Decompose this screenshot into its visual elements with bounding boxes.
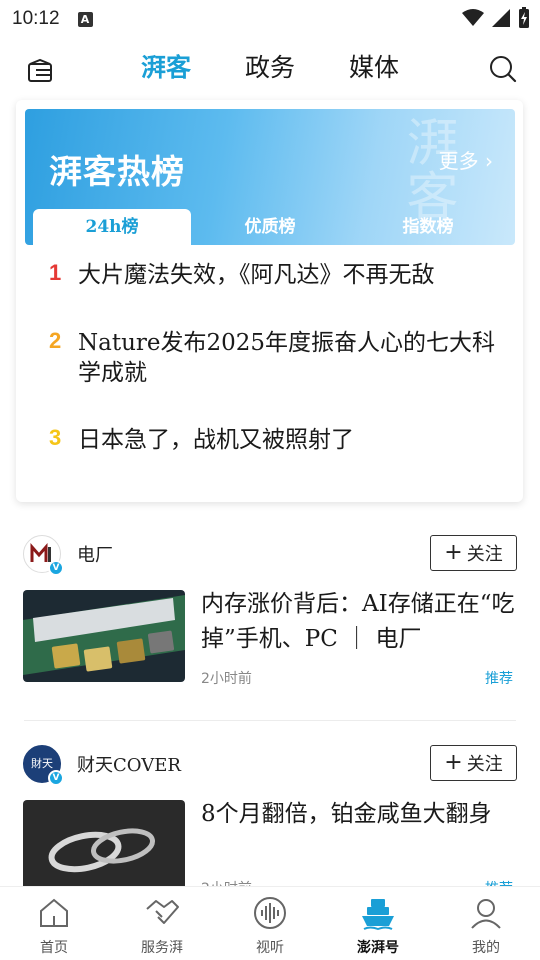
tab-24h[interactable]: 24h榜 xyxy=(33,209,191,245)
user-icon xyxy=(471,899,501,929)
bottom-nav-media[interactable]: 视听 xyxy=(216,887,324,960)
article-title[interactable]: 8个月翻倍，铂金咸鱼大翻身 xyxy=(201,797,519,832)
caitian-logo-text: 財天 xyxy=(31,757,53,770)
top-nav: 湃客 政务 媒体 xyxy=(0,38,540,100)
more-link[interactable]: 更多 › xyxy=(439,145,493,174)
bottom-nav-label: 首页 xyxy=(40,940,68,956)
status-bar: 10:12 A xyxy=(0,0,540,38)
bottom-nav-home[interactable]: 首页 xyxy=(0,887,108,960)
bottom-nav-label: 澎湃号 xyxy=(357,940,399,956)
bottom-nav-label: 我的 xyxy=(472,940,500,956)
plus-icon: + xyxy=(444,540,463,565)
hot-board-title: 湃客热榜 xyxy=(49,152,185,191)
tab-quality[interactable]: 优质榜 xyxy=(191,209,349,245)
follow-label: 关注 xyxy=(466,544,503,565)
author-name: 电厂 xyxy=(77,545,113,566)
bottom-nav-pengpaihao[interactable]: 澎湃号 xyxy=(324,887,432,960)
hot-item[interactable]: 1 大片魔法失效，《阿凡达》不再无敌 xyxy=(49,260,499,290)
follow-button[interactable]: + 关注 xyxy=(430,745,517,781)
status-time: 10:12 xyxy=(12,8,60,29)
rank-number: 3 xyxy=(49,425,62,450)
search-icon[interactable] xyxy=(488,54,518,84)
tab-zhengwu[interactable]: 政务 xyxy=(245,48,295,88)
follow-button[interactable]: + 关注 xyxy=(430,535,517,571)
rank-number: 2 xyxy=(49,328,62,353)
hot-board-banner: 湃客 湃客热榜 更多 › 24h榜 优质榜 指数榜 xyxy=(25,109,515,245)
memory-chip-image xyxy=(23,590,185,682)
status-icons xyxy=(462,7,530,29)
author-row[interactable]: 財天 V 财天COVER xyxy=(23,745,181,786)
feed-item: V 电厂 + 关注 内存涨价背后：AI存储正在“吃掉”手机、PC ｜ 电厂 2小… xyxy=(0,535,540,735)
bottom-nav-service[interactable]: 服务湃 xyxy=(108,887,216,960)
hot-item-title: 日本急了，战机又被照射了 xyxy=(78,427,354,453)
platinum-rings-image xyxy=(23,800,185,892)
home-icon xyxy=(40,898,68,927)
avatar: V xyxy=(23,535,64,576)
author-row[interactable]: V 电厂 xyxy=(23,535,113,576)
tab-meiti[interactable]: 媒体 xyxy=(349,48,399,88)
verified-icon: V xyxy=(48,560,64,576)
ship-icon xyxy=(362,899,394,931)
tab-paike[interactable]: 湃客 xyxy=(141,48,191,88)
hot-item[interactable]: 2 Nature发布2025年度振奋人心的七大科学成就 xyxy=(49,328,499,388)
article-time: 2小时前 xyxy=(201,671,252,687)
divider xyxy=(24,720,516,721)
avatar: 財天 V xyxy=(23,745,64,786)
hot-board-card: 湃客 湃客热榜 更多 › 24h榜 优质榜 指数榜 1 大片魔法失效，《阿凡达》… xyxy=(16,100,523,502)
follow-label: 关注 xyxy=(466,754,503,775)
wifi-icon xyxy=(462,9,484,26)
article-thumbnail[interactable] xyxy=(23,800,185,892)
bottom-nav-mine[interactable]: 我的 xyxy=(432,887,540,960)
audio-wave-icon xyxy=(254,897,286,929)
plus-icon: + xyxy=(444,750,463,775)
author-name: 财天COVER xyxy=(77,755,181,776)
hot-item-title: Nature发布2025年度振奋人心的七大科学成就 xyxy=(78,330,496,386)
battery-charging-icon xyxy=(519,7,529,28)
verified-icon: V xyxy=(48,770,64,786)
channel-tabs: 湃客 政务 媒体 xyxy=(0,48,540,88)
tab-index[interactable]: 指数榜 xyxy=(349,209,507,245)
article-thumbnail[interactable] xyxy=(23,590,185,682)
rank-number: 1 xyxy=(49,260,62,285)
accessibility-badge-icon: A xyxy=(77,11,93,27)
bottom-nav-label: 视听 xyxy=(256,940,284,956)
hot-item[interactable]: 3 日本急了，战机又被照射了 xyxy=(49,425,499,455)
cell-signal-icon xyxy=(492,9,510,27)
hot-board-tabs: 24h榜 优质榜 指数榜 xyxy=(33,209,507,245)
hot-item-title: 大片魔法失效，《阿凡达》不再无敌 xyxy=(78,262,435,288)
recommend-tag: 推荐 xyxy=(485,671,513,687)
article-title[interactable]: 内存涨价背后：AI存储正在“吃掉”手机、PC ｜ 电厂 xyxy=(201,587,519,657)
bottom-nav: 首页 服务湃 视听 澎湃号 我的 xyxy=(0,886,540,960)
bottom-nav-label: 服务湃 xyxy=(141,940,183,956)
handshake-icon xyxy=(146,900,179,924)
